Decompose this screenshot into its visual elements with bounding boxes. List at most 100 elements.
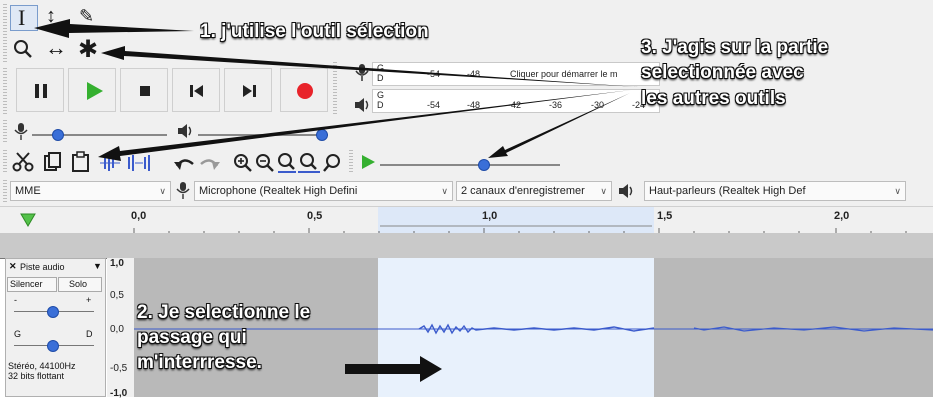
ruler-minor-ticks [133, 225, 907, 234]
timeshift-icon: ↔ [45, 35, 67, 60]
chevron-down-icon[interactable]: ▼ [93, 261, 102, 271]
pause-icon [35, 84, 47, 98]
annotation-step-3-line-1: 3. J'agis sur la partie [641, 37, 829, 58]
pan-knob[interactable] [47, 340, 59, 352]
cut-icon[interactable] [12, 151, 34, 173]
pan-slider[interactable] [14, 339, 94, 352]
scale-label: 1,0 [110, 258, 124, 269]
pause-button[interactable] [16, 68, 64, 112]
record-button[interactable] [280, 68, 328, 112]
annotation-step-2-line-1: 2. Je selectionne le [137, 302, 311, 323]
playback-volume-slider[interactable] [198, 126, 328, 142]
multi-tool-button[interactable]: ✱ [74, 36, 100, 63]
annotation-step-2-line-2: passage qui [137, 327, 247, 348]
playback-volume-icon [178, 124, 192, 138]
playback-speed-slider[interactable] [380, 154, 560, 172]
playback-meter-tick: -36 [549, 100, 563, 110]
track-area-top-border [0, 233, 933, 259]
output-device-icon [619, 184, 633, 198]
playback-volume-knob[interactable] [316, 129, 328, 141]
mute-button[interactable]: Silencer [7, 277, 57, 292]
chevron-down-icon: ∨ [894, 186, 901, 196]
multi-tool-icon: ✱ [78, 36, 99, 63]
vertical-scale[interactable]: 1,0 0,5 0,0 -0,5 -1,0 [107, 258, 134, 399]
track-format-info: Stéréo, 44100Hz [8, 361, 76, 371]
playback-meter-right-label: D [377, 100, 384, 110]
skip-start-icon [190, 85, 203, 97]
redo-icon[interactable] [198, 154, 222, 174]
toolbar-grip[interactable] [3, 4, 7, 62]
scale-label: 0,0 [110, 324, 124, 335]
trim-icon[interactable] [98, 152, 122, 174]
transport-grip[interactable] [3, 68, 7, 114]
device-grip[interactable] [3, 180, 7, 202]
skip-end-icon [243, 85, 256, 97]
annotation-step-3-line-3: les autres outils [641, 88, 786, 109]
input-device-select[interactable]: Microphone (Realtek High Defini ∨ [194, 181, 453, 201]
annotation-step-3-line-2: selectionnée avec [641, 62, 804, 83]
record-meter[interactable]: G D -54 -48 Cliquer pour démarrer le m [372, 62, 660, 86]
scale-label: 0,5 [110, 290, 124, 301]
zoom-toggle-icon[interactable] [322, 152, 344, 174]
skip-end-button[interactable] [224, 68, 272, 112]
fit-selection-icon[interactable] [276, 152, 298, 174]
stop-button[interactable] [120, 68, 168, 112]
audio-host-value: MME [15, 185, 41, 197]
play-at-speed-grip[interactable] [349, 150, 353, 174]
copy-icon[interactable] [42, 151, 64, 173]
audio-host-select[interactable]: MME ∨ [10, 181, 171, 201]
recording-volume-knob[interactable] [52, 129, 64, 141]
zoom-icon [14, 40, 32, 58]
chevron-down-icon: ∨ [159, 186, 166, 196]
timeline-ruler[interactable]: 0,0 0,5 1,0 1,5 2,0 [0, 206, 933, 235]
track-name-menu[interactable]: Piste audio [20, 262, 65, 272]
record-meter-left-label: G [377, 63, 385, 73]
silence-icon[interactable] [126, 152, 152, 174]
playback-speed-knob[interactable] [478, 159, 490, 171]
input-device-icon [176, 182, 190, 199]
record-meter-prompt[interactable]: Cliquer pour démarrer le m [510, 69, 618, 79]
scale-label: -0,5 [110, 363, 128, 374]
meter-grip[interactable] [333, 62, 337, 114]
play-at-speed-icon[interactable] [358, 151, 378, 173]
playback-meter[interactable]: G D -54 -48 -42 -36 -30 -24 [372, 89, 660, 113]
draw-tool-button[interactable]: ✎ [74, 5, 100, 29]
record-meter-right-label: D [377, 73, 384, 83]
paste-icon[interactable] [70, 151, 92, 173]
solo-label: Solo [69, 279, 88, 289]
zoom-out-icon[interactable] [254, 152, 276, 174]
mute-label: Silencer [10, 279, 43, 289]
track-control-panel[interactable]: ✕ Piste audio ▼ Silencer Solo - + G D St… [5, 258, 106, 397]
output-device-value: Haut-parleurs (Realtek High Def [649, 185, 806, 197]
mixer-grip[interactable] [3, 120, 7, 144]
channels-select[interactable]: 2 canaux d'enregistremer ∨ [456, 181, 612, 201]
gain-slider[interactable] [14, 305, 94, 318]
timeshift-tool-button[interactable]: ↔ [42, 35, 68, 60]
annotation-step-1: 1. j'utilise l'outil sélection [200, 21, 429, 42]
gain-plus-label: + [86, 295, 92, 305]
playback-meter-left-label: G [377, 90, 385, 100]
track-sample-format: 32 bits flottant [8, 371, 65, 381]
zoom-tool-button[interactable] [10, 36, 36, 60]
edit-grip[interactable] [3, 150, 7, 174]
close-track-icon[interactable]: ✕ [9, 261, 17, 272]
gain-knob[interactable] [47, 306, 59, 318]
recording-volume-slider[interactable] [32, 126, 167, 142]
record-icon [297, 83, 313, 99]
mic-volume-icon [14, 123, 28, 140]
playback-meter-tick: -54 [427, 100, 441, 110]
envelope-tool-button[interactable]: ↕ [42, 5, 68, 29]
annotation-step-2-line-3: m'interrresse. [137, 352, 262, 373]
output-device-select[interactable]: Haut-parleurs (Realtek High Def ∨ [644, 181, 906, 201]
selection-tool-button[interactable]: I [10, 5, 38, 31]
pencil-icon: ✎ [79, 6, 95, 26]
selection-cursor-icon: I [18, 5, 26, 30]
zoom-in-icon[interactable] [232, 152, 254, 174]
waveform-area[interactable] [134, 258, 933, 397]
undo-icon[interactable] [172, 154, 196, 174]
pan-left-label: G [14, 329, 22, 339]
skip-start-button[interactable] [172, 68, 220, 112]
fit-project-icon[interactable] [298, 152, 320, 174]
play-button[interactable] [68, 68, 116, 112]
solo-button[interactable]: Solo [58, 277, 102, 292]
